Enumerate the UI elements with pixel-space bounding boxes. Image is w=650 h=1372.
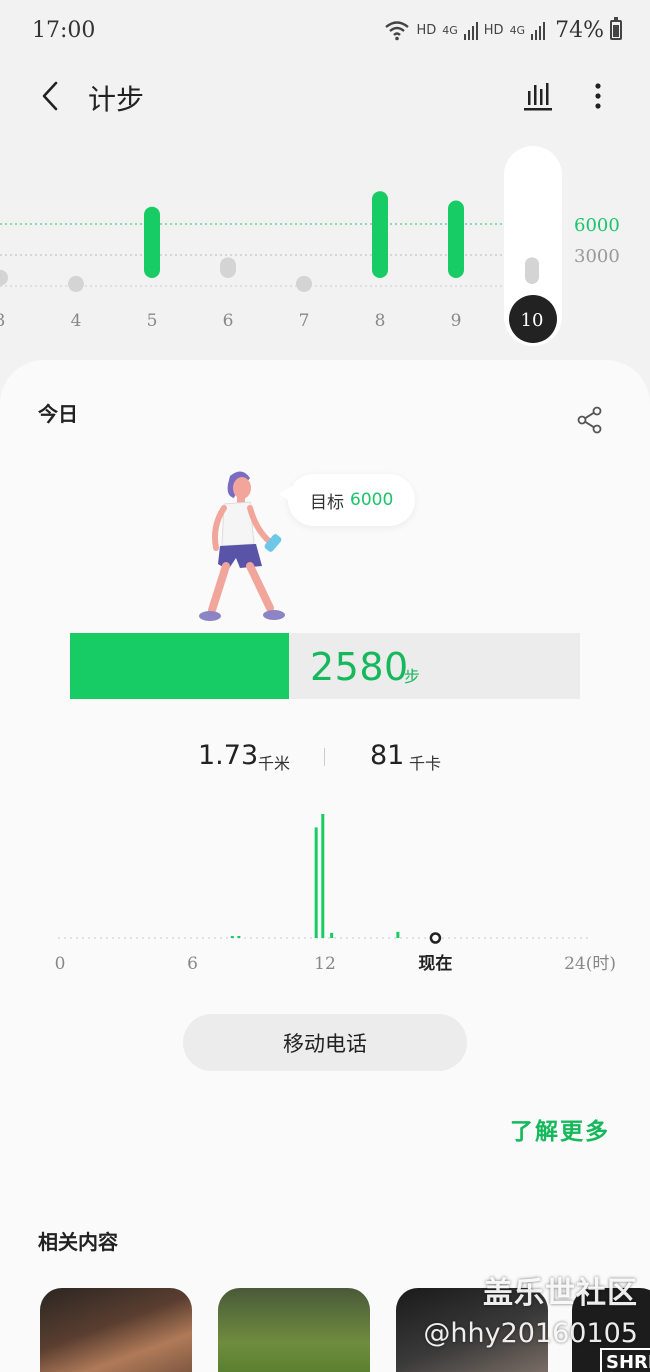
week-bar-6[interactable] — [220, 257, 236, 278]
week-day-label-4[interactable]: 4 — [71, 311, 82, 331]
week-bar-8[interactable] — [372, 191, 388, 278]
related-thumbnail-2[interactable] — [218, 1288, 370, 1372]
hour-tick-4: 24(时) — [564, 954, 616, 974]
week-day-label-5[interactable]: 5 — [147, 311, 158, 331]
ref-label-3000: 3000 — [574, 246, 620, 267]
hour-bar-1 — [237, 936, 241, 938]
week-day-label-6[interactable]: 6 — [223, 311, 234, 331]
hour-bar-4 — [330, 932, 334, 938]
device-source-button[interactable]: 移动电话 — [183, 1014, 467, 1071]
steps-progress-fill — [70, 633, 290, 699]
distance-unit: 千米 — [258, 754, 291, 773]
signal-icon-2 — [531, 22, 546, 40]
hour-tick-3: 现在 — [418, 953, 452, 974]
today-stats: 1.73 千米 81 千卡 — [0, 740, 650, 780]
week-bar-3[interactable] — [0, 269, 8, 286]
goal-bubble[interactable]: 目标 6000 — [278, 474, 416, 526]
week-day-label-8[interactable]: 8 — [375, 311, 386, 331]
related-content-title: 相关内容 — [38, 1230, 118, 1254]
hour-bar-0 — [230, 936, 234, 938]
page-title: 计步 — [88, 83, 145, 116]
wifi-icon — [385, 21, 410, 41]
goal-value: 6000 — [350, 490, 394, 510]
today-card: 今日 目标 6000 2580 步 1.73 千米 81 千卡 0 6 12 现… — [0, 360, 650, 1372]
app-bar: 计步 — [0, 62, 650, 132]
share-button[interactable] — [572, 402, 608, 438]
trends-button[interactable] — [518, 76, 558, 116]
week-bar-10[interactable] — [525, 257, 539, 284]
hour-tick-0: 0 — [55, 954, 66, 974]
weekly-steps-chart[interactable]: 6000 3000 3 4 5 6 7 8 9 10 — [0, 140, 650, 355]
steps-unit: 步 — [404, 667, 421, 686]
goal-label: 目标 — [310, 492, 344, 513]
hour-bar-2 — [314, 827, 318, 938]
more-options-button[interactable] — [580, 76, 616, 116]
week-bar-9[interactable] — [448, 200, 464, 279]
battery-icon — [610, 17, 622, 40]
bar-chart-icon — [524, 83, 552, 111]
ref-label-6000: 6000 — [574, 215, 620, 236]
hour-tick-1: 6 — [187, 954, 198, 974]
stats-divider — [324, 748, 325, 766]
distance-value: 1.73 — [198, 740, 259, 771]
week-day-label-3[interactable]: 3 — [0, 311, 5, 331]
steps-progress-bar: 2580 步 — [70, 633, 580, 699]
hd-label: HD — [416, 22, 437, 38]
share-icon — [577, 406, 602, 434]
calories-unit: 千卡 — [409, 754, 442, 773]
signal-icon — [463, 22, 478, 40]
week-bar-4[interactable] — [68, 275, 84, 292]
watermark-line1: 盖乐世社区 — [483, 1276, 638, 1311]
status-bar: 17:00 HD 4G HD 4G 74% — [0, 0, 650, 62]
hour-bar-3 — [321, 814, 325, 938]
week-day-label-9[interactable]: 9 — [451, 311, 462, 331]
now-marker — [429, 932, 442, 944]
more-vertical-icon — [595, 83, 601, 109]
hour-tick-2: 12 — [314, 954, 336, 974]
today-label: 今日 — [38, 402, 78, 426]
calories-value: 81 — [370, 740, 405, 771]
hd-label-2: HD — [483, 22, 504, 38]
network-label-2: 4G — [509, 23, 526, 37]
battery-percent: 74% — [555, 17, 604, 43]
related-thumbnail-1[interactable] — [40, 1288, 192, 1372]
week-day-label-7[interactable]: 7 — [299, 311, 310, 331]
week-bar-7[interactable] — [296, 275, 312, 292]
week-bar-5[interactable] — [144, 206, 160, 278]
status-time: 17:00 — [32, 18, 96, 43]
week-day-label-10[interactable]: 10 — [521, 310, 544, 331]
status-indicators: HD 4G HD 4G 74% — [384, 16, 622, 44]
thumbnail-text: SHRE — [600, 1348, 650, 1372]
hourly-steps-chart[interactable]: 0 6 12 现在 24(时) — [0, 800, 650, 980]
watermark-line2: @hhy20160105 — [423, 1318, 638, 1349]
back-button[interactable] — [30, 74, 70, 118]
network-label: 4G — [442, 23, 458, 37]
watermark: 盖乐世社区 @hhy20160105 — [423, 1268, 638, 1349]
back-arrow-icon — [42, 81, 58, 111]
steps-count: 2580 — [310, 645, 409, 689]
hour-bar-5 — [396, 931, 400, 938]
learn-more-link[interactable]: 了解更多 — [510, 1112, 610, 1146]
